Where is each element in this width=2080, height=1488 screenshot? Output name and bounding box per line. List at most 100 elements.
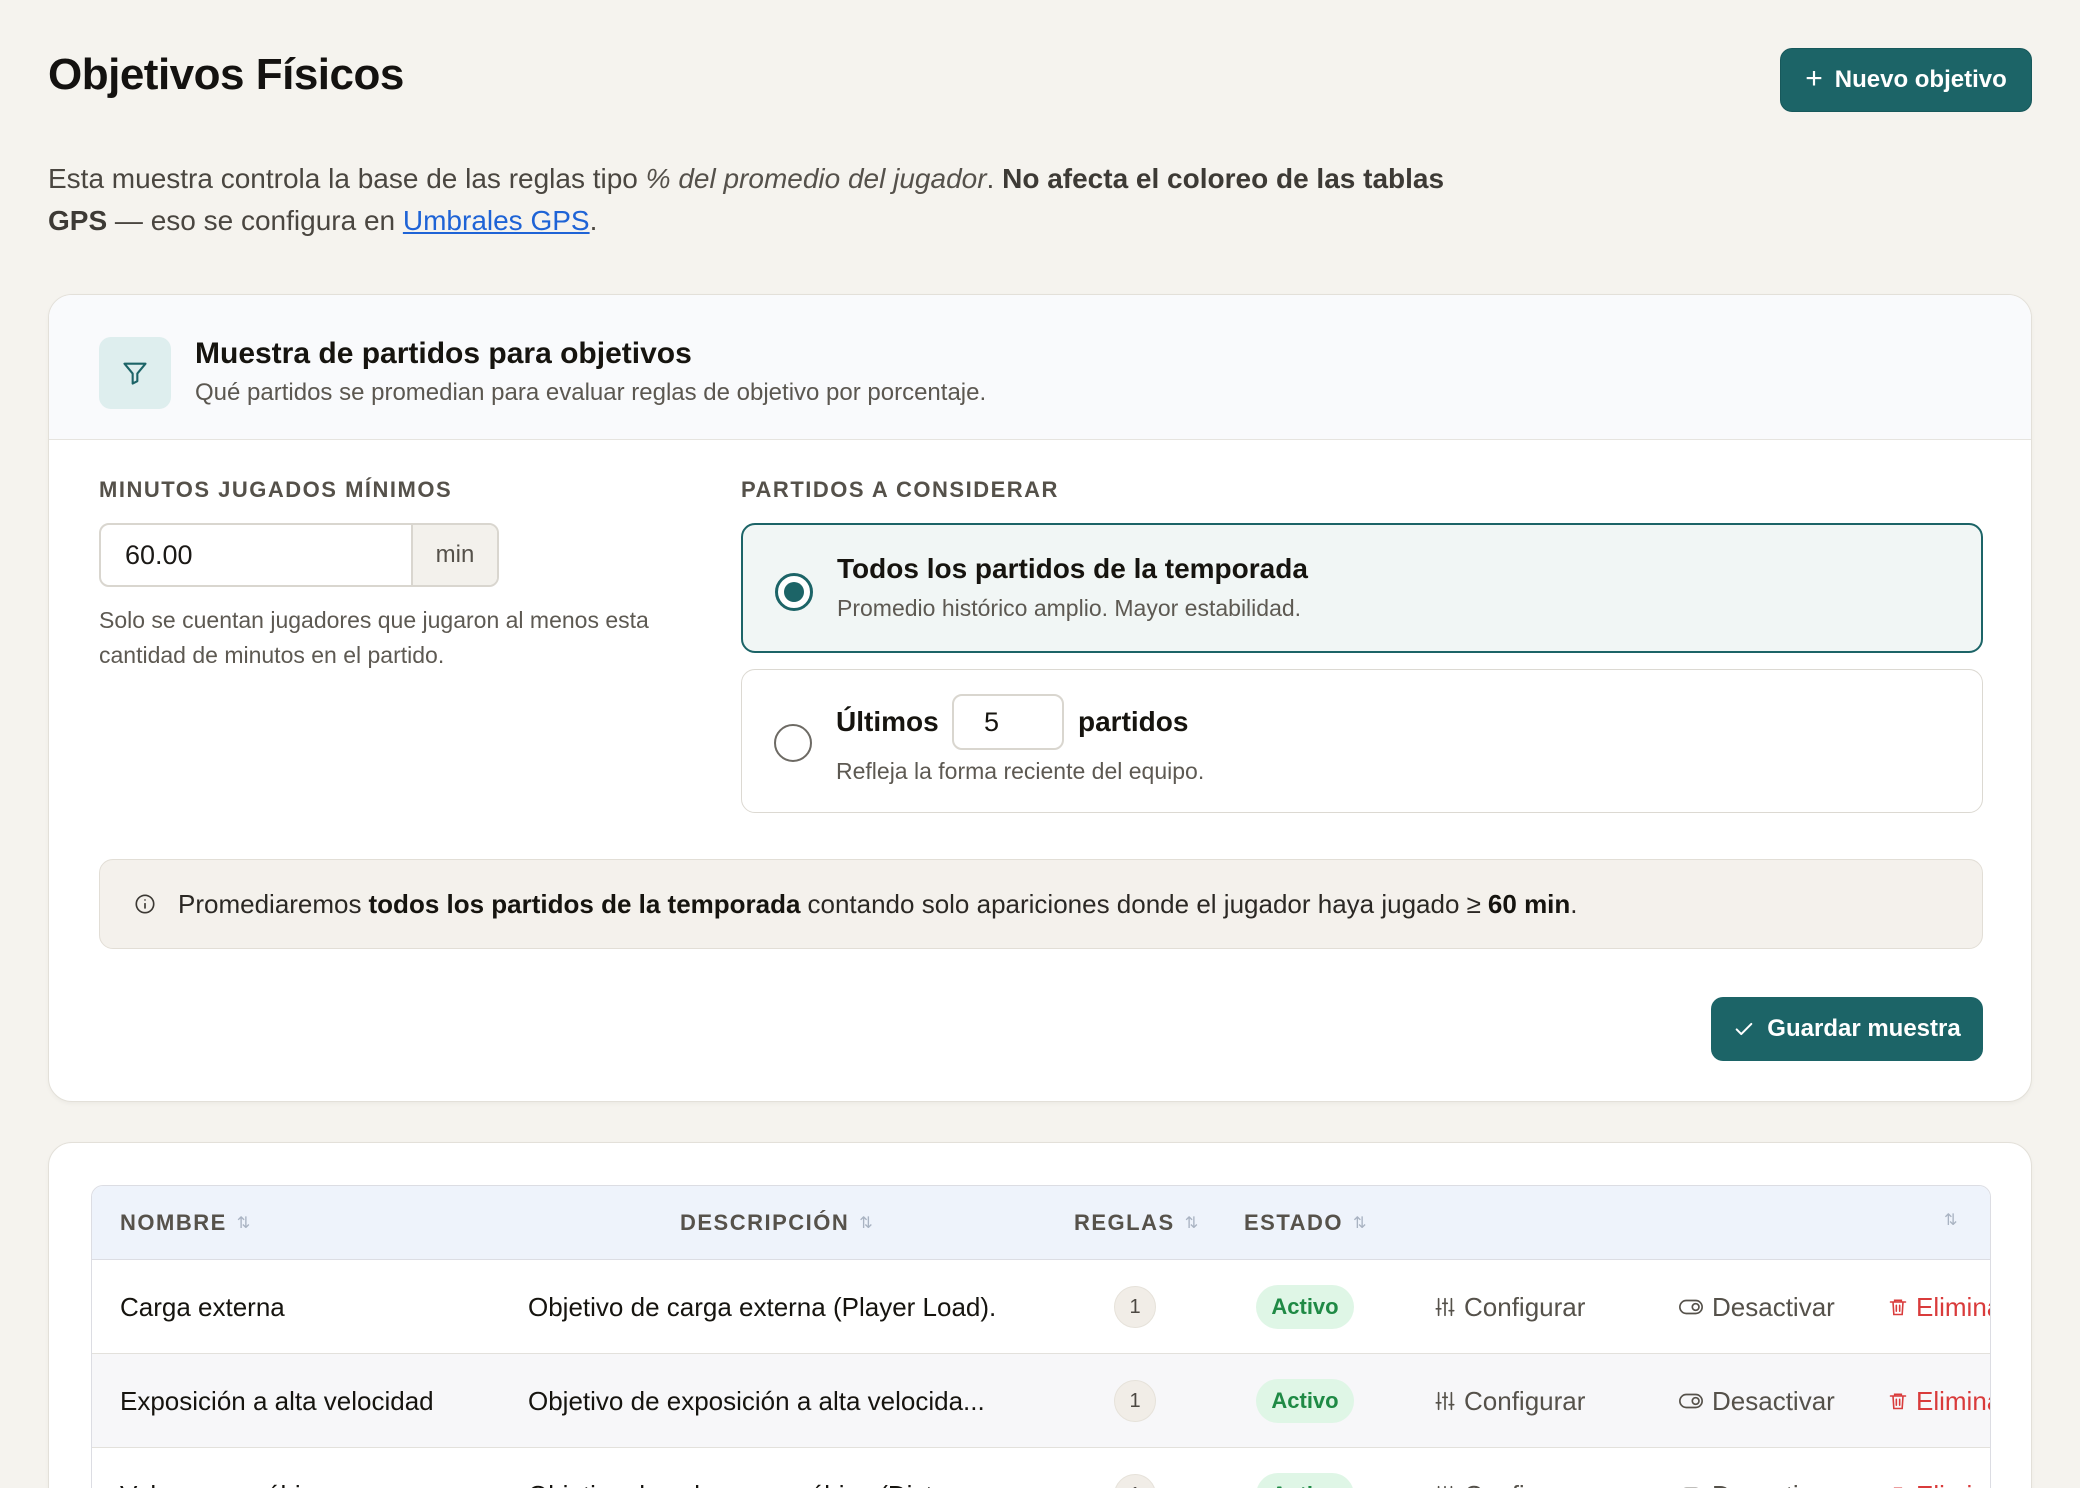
new-objective-button[interactable]: + Nuevo objetivo bbox=[1780, 48, 2032, 112]
save-sample-button[interactable]: Guardar muestra bbox=[1711, 997, 1983, 1061]
row-name: Carga externa bbox=[120, 1291, 285, 1322]
status-badge: Activo bbox=[1256, 1285, 1354, 1329]
column-header-name[interactable]: NOMBRE ⇅ bbox=[120, 1210, 250, 1236]
deactivate-label: Desactivar bbox=[1712, 1291, 1835, 1322]
option-all-subtitle: Promedio histórico amplio. Mayor estabil… bbox=[837, 595, 1302, 621]
delete-label: Eliminar bbox=[1916, 1385, 1990, 1416]
trash-icon bbox=[1893, 1487, 1903, 1488]
sliders-icon bbox=[1437, 1485, 1453, 1488]
delete-label: Eliminar bbox=[1916, 1291, 1990, 1322]
check-icon bbox=[1735, 1022, 1753, 1036]
objectives-card: NOMBRE ⇅ DESCRIPCIÓN ⇅ REGLAS ⇅ ESTADO ⇅ ⇅ C… bbox=[48, 1142, 2032, 1488]
delete-label: Eliminar bbox=[1916, 1480, 1990, 1488]
info-banner: Promediaremos todos los partidos de la t… bbox=[99, 859, 1983, 949]
intro-part4: . bbox=[589, 205, 598, 236]
column-header-status[interactable]: ESTADO ⇅ bbox=[1244, 1210, 1367, 1236]
save-sample-label: Guardar muestra bbox=[1767, 1015, 1961, 1042]
intro-italic: % del promedio del jugador bbox=[645, 163, 987, 194]
trash-icon bbox=[1889, 1299, 1907, 1316]
deactivate-button[interactable]: Desactivar bbox=[1678, 1448, 1835, 1488]
delete-button[interactable]: Eliminar bbox=[1888, 1448, 1990, 1488]
rules-count-badge: 1 bbox=[1114, 1474, 1156, 1488]
info-icon bbox=[135, 894, 155, 914]
option-last-prefix: Últimos bbox=[836, 706, 939, 737]
intro-part1: Esta muestra controla la base de las reg… bbox=[48, 163, 646, 194]
column-status-label: ESTADO bbox=[1244, 1210, 1344, 1235]
row-description: Objetivo de exposición a alta velocida..… bbox=[528, 1385, 985, 1416]
column-header-description[interactable]: DESCRIPCIÓN ⇅ bbox=[680, 1210, 873, 1236]
min-minutes-input[interactable]: 60.00 bbox=[101, 525, 411, 585]
option-all-title: Todos los partidos de la temporada bbox=[837, 553, 1308, 584]
rules-count-badge: 1 bbox=[1114, 1286, 1156, 1328]
configure-button[interactable]: Configurar bbox=[1434, 1260, 1585, 1354]
option-last-matches[interactable]: Últimos 5 partidos Refleja la forma reci… bbox=[741, 669, 1983, 813]
info-part3: . bbox=[1570, 888, 1578, 919]
row-description: Objetivo de carga externa (Player Load). bbox=[528, 1291, 997, 1322]
sort-icon: ⇅ bbox=[1184, 1215, 1198, 1232]
toggle-icon bbox=[1679, 1393, 1703, 1409]
info-part2: contando solo apariciones donde el jugad… bbox=[807, 888, 1481, 919]
sort-icon: ⇅ bbox=[1353, 1215, 1366, 1232]
option-last-suffix: partidos bbox=[1078, 706, 1189, 737]
last-matches-count-input[interactable]: 5 bbox=[952, 694, 1064, 750]
option-last-subtitle: Refleja la forma reciente del equipo. bbox=[836, 758, 1205, 784]
delete-button[interactable]: Eliminar bbox=[1888, 1260, 1990, 1354]
row-description: Objetivo de volumen aeróbico (Dista... bbox=[528, 1448, 969, 1488]
configure-label: Configurar bbox=[1464, 1291, 1586, 1322]
info-part1: Promediaremos bbox=[178, 888, 362, 919]
page-title: Objetivos Físicos bbox=[48, 50, 404, 99]
min-minutes-label: MINUTOS JUGADOS MÍNIMOS bbox=[99, 477, 453, 502]
intro-part3: — eso se configura en bbox=[107, 205, 403, 236]
min-minutes-field[interactable]: 60.00 min bbox=[99, 523, 499, 587]
row-name: Volumen aeróbico bbox=[120, 1448, 328, 1488]
rules-count-badge: 1 bbox=[1114, 1380, 1156, 1422]
configure-label: Configurar bbox=[1464, 1480, 1585, 1488]
sort-icon: ⇅ bbox=[1944, 1212, 1957, 1229]
deactivate-label: Desactivar bbox=[1712, 1480, 1835, 1488]
table-header: NOMBRE ⇅ DESCRIPCIÓN ⇅ REGLAS ⇅ ESTADO ⇅ ⇅ bbox=[92, 1186, 1990, 1260]
deactivate-label: Desactivar bbox=[1712, 1385, 1835, 1416]
status-badge: Activo bbox=[1256, 1473, 1354, 1488]
sample-card-title: Muestra de partidos para objetivos bbox=[195, 337, 692, 370]
column-description-label: DESCRIPCIÓN bbox=[680, 1210, 850, 1235]
option-all-season[interactable]: Todos los partidos de la temporada Prome… bbox=[741, 523, 1983, 653]
sliders-icon bbox=[1435, 1297, 1455, 1317]
column-name-label: NOMBRE bbox=[120, 1210, 227, 1235]
toggle-icon bbox=[1684, 1487, 1698, 1488]
gps-thresholds-link[interactable]: Umbrales GPS bbox=[403, 205, 590, 236]
sample-card-subtitle: Qué partidos se promedian para evaluar r… bbox=[195, 379, 987, 406]
table-row: Volumen aeróbico Objetivo de volumen aer… bbox=[92, 1448, 1990, 1488]
info-bold2: 60 min bbox=[1487, 888, 1571, 919]
deactivate-button[interactable]: Desactivar bbox=[1678, 1354, 1835, 1448]
sort-icon: ⇅ bbox=[859, 1215, 872, 1232]
sample-card-header: Muestra de partidos para objetivos Qué p… bbox=[49, 295, 2031, 440]
intro-part2: . bbox=[986, 163, 1003, 194]
info-bold1: todos los partidos de la temporada bbox=[368, 888, 801, 919]
plus-icon: + bbox=[1805, 61, 1823, 95]
column-header-rules[interactable]: REGLAS ⇅ bbox=[1074, 1210, 1198, 1236]
delete-button[interactable]: Eliminar bbox=[1888, 1354, 1990, 1448]
radio-all-season[interactable] bbox=[775, 573, 813, 611]
toggle-icon bbox=[1679, 1299, 1703, 1315]
deactivate-button[interactable]: Desactivar bbox=[1678, 1260, 1835, 1354]
min-minutes-help: Solo se cuentan jugadores que jugaron al… bbox=[99, 607, 649, 668]
table-row: Carga externa Objetivo de carga externa … bbox=[92, 1260, 1990, 1354]
table-row: Exposición a alta velocidad Objetivo de … bbox=[92, 1354, 1990, 1448]
configure-button[interactable]: Configurar bbox=[1434, 1354, 1585, 1448]
sample-card: Muestra de partidos para objetivos Qué p… bbox=[48, 294, 2032, 1102]
configure-button[interactable]: Configurar bbox=[1434, 1448, 1585, 1488]
sort-icon: ⇅ bbox=[236, 1215, 250, 1232]
sliders-icon bbox=[1435, 1391, 1455, 1411]
intro-text: Esta muestra controla la base de las reg… bbox=[48, 158, 1468, 242]
column-rules-label: REGLAS bbox=[1074, 1210, 1175, 1235]
configure-label: Configurar bbox=[1464, 1385, 1586, 1416]
filter-icon bbox=[99, 337, 171, 409]
column-header-actions[interactable]: ⇅ bbox=[1944, 1210, 1957, 1230]
radio-last-matches[interactable] bbox=[774, 724, 812, 762]
trash-icon bbox=[1889, 1393, 1907, 1410]
status-badge: Activo bbox=[1256, 1379, 1354, 1423]
min-minutes-unit: min bbox=[411, 525, 497, 585]
new-objective-label: Nuevo objetivo bbox=[1834, 66, 2007, 93]
matches-label: PARTIDOS A CONSIDERAR bbox=[741, 477, 1059, 502]
row-name: Exposición a alta velocidad bbox=[120, 1385, 434, 1416]
